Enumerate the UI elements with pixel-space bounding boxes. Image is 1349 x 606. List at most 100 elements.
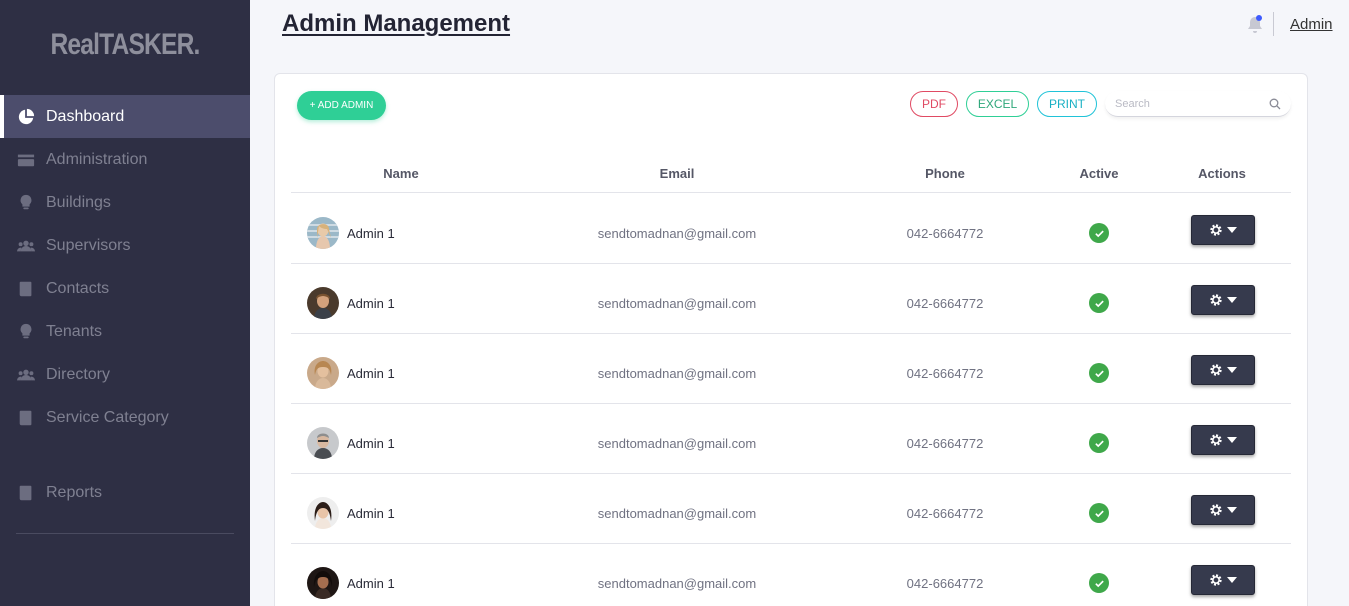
sidebar-item-reports[interactable]: Reports — [0, 471, 250, 514]
table-header: Name Email Phone Active Actions — [291, 157, 1291, 193]
active-check-icon — [1089, 503, 1109, 523]
active-check-icon — [1089, 573, 1109, 593]
book-icon — [16, 279, 36, 299]
pie-chart-icon — [16, 107, 36, 127]
admin-email: sendtomadnan@gmail.com — [597, 436, 757, 451]
search-icon[interactable] — [1269, 98, 1281, 110]
avatar — [307, 357, 339, 389]
sidebar-item-label: Dashboard — [46, 107, 125, 125]
admin-name: Admin 1 — [347, 226, 395, 241]
sidebar-item-label: Tenants — [46, 322, 103, 340]
table-row: Admin 1 sendtomadnan@gmail.com 042-66647… — [291, 194, 1291, 264]
chevron-down-icon — [1227, 437, 1237, 443]
admin-name: Admin 1 — [347, 506, 395, 521]
sidebar-item-label: Buildings — [46, 193, 111, 211]
admin-email: sendtomadnan@gmail.com — [597, 296, 757, 311]
sidebar-item-label: Administration — [46, 150, 148, 168]
avatar — [307, 497, 339, 529]
sidebar-item-tenants[interactable]: Tenants — [0, 310, 250, 353]
sidebar-item-contacts[interactable]: Contacts — [0, 267, 250, 310]
gear-icon — [1210, 224, 1222, 236]
users-icon — [16, 365, 36, 385]
sidebar-item-label: Contacts — [46, 279, 110, 297]
chevron-down-icon — [1227, 227, 1237, 233]
export-pdf-button[interactable]: PDF — [910, 91, 958, 117]
avatar — [307, 287, 339, 319]
lightbulb-icon — [16, 193, 36, 213]
row-actions-button[interactable] — [1191, 355, 1255, 385]
admin-phone: 042-6664772 — [906, 506, 984, 521]
notification-dot — [1256, 15, 1262, 21]
row-actions-button[interactable] — [1191, 285, 1255, 315]
users-icon — [16, 236, 36, 256]
admin-name: Admin 1 — [347, 366, 395, 381]
active-check-icon — [1089, 223, 1109, 243]
admin-table-card: + ADD ADMIN PDF EXCEL PRINT Name Email P… — [274, 73, 1308, 606]
sidebar-nav: Dashboard Administration Buildings Super… — [0, 95, 250, 514]
export-excel-button[interactable]: EXCEL — [966, 91, 1029, 117]
admin-phone: 042-6664772 — [906, 436, 984, 451]
chevron-down-icon — [1227, 297, 1237, 303]
gear-icon — [1210, 294, 1222, 306]
admin-phone: 042-6664772 — [906, 366, 984, 381]
active-check-icon — [1089, 293, 1109, 313]
admin-name: Admin 1 — [347, 436, 395, 451]
admin-email: sendtomadnan@gmail.com — [597, 366, 757, 381]
avatar — [307, 567, 339, 599]
page-title: Admin Management — [282, 10, 511, 37]
sidebar-item-buildings[interactable]: Buildings — [0, 181, 250, 224]
table-row: Admin 1 sendtomadnan@gmail.com 042-66647… — [291, 474, 1291, 544]
admin-name: Admin 1 — [347, 296, 395, 311]
column-header-active[interactable]: Active — [1079, 166, 1118, 181]
row-actions-button[interactable] — [1191, 425, 1255, 455]
column-header-name[interactable]: Name — [383, 166, 418, 181]
table-row: Admin 1 sendtomadnan@gmail.com 042-66647… — [291, 544, 1291, 606]
admin-email: sendtomadnan@gmail.com — [597, 506, 757, 521]
table-row: Admin 1 sendtomadnan@gmail.com 042-66647… — [291, 264, 1291, 334]
row-actions-button[interactable] — [1191, 495, 1255, 525]
sidebar-item-supervisors[interactable]: Supervisors — [0, 224, 250, 267]
print-button[interactable]: PRINT — [1037, 91, 1097, 117]
sidebar-item-label: Supervisors — [46, 236, 131, 254]
row-actions-button[interactable] — [1191, 565, 1255, 595]
book-icon — [16, 483, 36, 503]
chevron-down-icon — [1227, 507, 1237, 513]
active-check-icon — [1089, 433, 1109, 453]
sidebar: RealTASKER. Dashboard Administration Bui… — [0, 0, 250, 606]
app-logo: RealTASKER. — [50, 28, 200, 61]
gear-icon — [1210, 364, 1222, 376]
avatar — [307, 427, 339, 459]
admin-email: sendtomadnan@gmail.com — [597, 576, 757, 591]
sidebar-item-service-category[interactable]: Service Category — [0, 396, 250, 439]
column-header-actions[interactable]: Actions — [1198, 166, 1246, 181]
card-icon — [16, 150, 36, 170]
sidebar-item-dashboard[interactable]: Dashboard — [0, 95, 250, 138]
admin-phone: 042-6664772 — [906, 576, 984, 591]
search-box — [1105, 91, 1291, 117]
header-divider — [1273, 12, 1274, 36]
lightbulb-icon — [16, 322, 36, 342]
active-check-icon — [1089, 363, 1109, 383]
gear-icon — [1210, 574, 1222, 586]
user-menu-link[interactable]: Admin — [1290, 16, 1333, 33]
admin-name: Admin 1 — [347, 576, 395, 591]
table-row: Admin 1 sendtomadnan@gmail.com 042-66647… — [291, 404, 1291, 474]
sidebar-item-administration[interactable]: Administration — [0, 138, 250, 181]
add-admin-button[interactable]: + ADD ADMIN — [297, 91, 386, 120]
sidebar-divider — [16, 533, 234, 534]
chevron-down-icon — [1227, 577, 1237, 583]
gear-icon — [1210, 504, 1222, 516]
table-row: Admin 1 sendtomadnan@gmail.com 042-66647… — [291, 334, 1291, 404]
admin-phone: 042-6664772 — [906, 226, 984, 241]
chevron-down-icon — [1227, 367, 1237, 373]
column-header-email[interactable]: Email — [660, 166, 695, 181]
book-icon — [16, 408, 36, 428]
sidebar-item-label: Directory — [46, 365, 111, 383]
admin-email: sendtomadnan@gmail.com — [597, 226, 757, 241]
column-header-phone[interactable]: Phone — [925, 166, 965, 181]
sidebar-item-directory[interactable]: Directory — [0, 353, 250, 396]
gear-icon — [1210, 434, 1222, 446]
admin-phone: 042-6664772 — [906, 296, 984, 311]
search-input[interactable] — [1115, 97, 1265, 110]
row-actions-button[interactable] — [1191, 215, 1255, 245]
